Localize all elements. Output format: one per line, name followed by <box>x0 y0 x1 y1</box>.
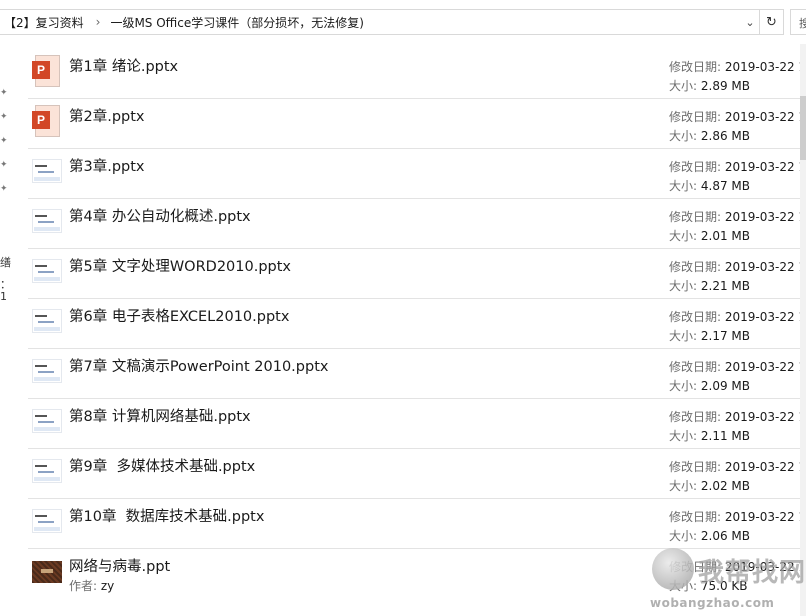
modified-date: 修改日期: 2019-03-22 18 <box>669 260 806 274</box>
modified-date: 修改日期: 2019-03-22 18 <box>669 460 806 474</box>
search-input[interactable]: 搜 <box>790 9 806 35</box>
file-size: 大小: 2.09 MB <box>669 379 750 393</box>
slide-thumbnail-icon <box>32 255 62 287</box>
refresh-button[interactable]: ↻ <box>760 9 784 35</box>
file-name: 第3章.pptx <box>69 159 145 175</box>
file-name: 第8章 计算机网络基础.pptx <box>69 409 251 425</box>
breadcrumb[interactable]: 【2】复习资料 › 一级MS Office学习课件（部分损坏，无法修复) ⌄ <box>0 9 760 35</box>
modified-date: 修改日期: 2019-03-22 18 <box>669 60 806 74</box>
slide-thumbnail-icon <box>32 205 62 237</box>
file-size: 大小: 4.87 MB <box>669 179 750 193</box>
file-row[interactable]: P 第1章 绪论.pptx 修改日期: 2019-03-22 18 大小: 2.… <box>28 49 806 99</box>
breadcrumb-separator-icon: › <box>95 15 101 29</box>
modified-date: 修改日期: 2019-03-22 18 <box>669 410 806 424</box>
file-row[interactable]: 第5章 文字处理WORD2010.pptx 修改日期: 2019-03-22 1… <box>28 249 806 299</box>
chevron-down-icon[interactable]: ⌄ <box>741 10 759 34</box>
address-bar: 【2】复习资料 › 一级MS Office学习课件（部分损坏，无法修复) ⌄ ↻… <box>0 0 806 44</box>
breadcrumb-item-current-folder[interactable]: 一级MS Office学习课件（部分损坏，无法修复) <box>110 14 364 31</box>
modified-date: 修改日期: 2019-03-22 18 <box>669 210 806 224</box>
file-name: 第4章 办公自动化概述.pptx <box>69 209 251 225</box>
modified-date: 修改日期: 2019-03-22 18 <box>669 310 806 324</box>
file-row[interactable]: 第4章 办公自动化概述.pptx 修改日期: 2019-03-22 18 大小:… <box>28 199 806 249</box>
file-row[interactable]: 第6章 电子表格EXCEL2010.pptx 修改日期: 2019-03-22 … <box>28 299 806 349</box>
file-name: 第7章 文稿演示PowerPoint 2010.pptx <box>69 359 329 375</box>
file-size: 大小: 2.21 MB <box>669 279 750 293</box>
file-name: 网络与病毒.ppt <box>69 559 171 575</box>
slide-thumbnail-icon <box>32 155 62 187</box>
file-name: 第2章.pptx <box>69 109 145 125</box>
file-name: 第10章 数据库技术基础.pptx <box>69 509 265 525</box>
file-row[interactable]: 第9章 多媒体技术基础.pptx 修改日期: 2019-03-22 18 大小:… <box>28 449 806 499</box>
file-list: P 第1章 绪论.pptx 修改日期: 2019-03-22 18 大小: 2.… <box>28 49 806 598</box>
file-size: 大小: 2.11 MB <box>669 429 750 443</box>
scrollbar-thumb[interactable] <box>800 96 806 160</box>
pin-icon: ✦ <box>0 136 8 146</box>
file-row[interactable]: P 第2章.pptx 修改日期: 2019-03-22 18 大小: 2.86 … <box>28 99 806 149</box>
modified-date: 修改日期: 2019-03-22 18 <box>669 160 806 174</box>
nav-item-fragment[interactable]: ：1 <box>0 279 12 303</box>
file-name: 第5章 文字处理WORD2010.pptx <box>69 259 292 275</box>
file-size: 大小: 2.86 MB <box>669 129 750 143</box>
breadcrumb-item-review-materials[interactable]: 【2】复习资料 <box>4 14 84 31</box>
file-name: 第6章 电子表格EXCEL2010.pptx <box>69 309 290 325</box>
slide-thumbnail-icon <box>32 405 62 437</box>
slide-thumbnail-icon <box>32 455 62 487</box>
watermark-logo-icon <box>652 548 694 590</box>
vertical-scrollbar[interactable] <box>800 44 806 616</box>
watermark: 我帮找网 wobangzhao.com <box>650 546 806 616</box>
modified-date: 修改日期: 2019-03-22 18 <box>669 360 806 374</box>
file-author: 作者: zy <box>69 579 115 593</box>
slide-thumbnail-icon <box>32 505 62 537</box>
powerpoint-file-icon: P <box>32 55 62 87</box>
watermark-text: 我帮找网 <box>698 558 806 588</box>
slide-thumbnail-icon <box>32 355 62 387</box>
slide-thumbnail-icon <box>32 305 62 337</box>
file-row[interactable]: 第8章 计算机网络基础.pptx 修改日期: 2019-03-22 18 大小:… <box>28 399 806 449</box>
file-name: 第1章 绪论.pptx <box>69 59 179 75</box>
modified-date: 修改日期: 2019-03-22 18 <box>669 510 806 524</box>
pin-icon: ✦ <box>0 184 8 194</box>
file-size: 大小: 2.89 MB <box>669 79 750 93</box>
nav-item-fragment[interactable]: 缮 <box>0 257 11 269</box>
watermark-url: wobangzhao.com <box>650 596 775 610</box>
file-size: 大小: 2.17 MB <box>669 329 750 343</box>
dark-slide-thumbnail-icon <box>32 555 62 587</box>
pin-icon: ✦ <box>0 112 8 122</box>
navigation-pane-edge: ✦ ✦ ✦ ✦ ✦ 缮 ：1 <box>0 44 12 616</box>
pin-icon: ✦ <box>0 160 8 170</box>
file-size: 大小: 2.02 MB <box>669 479 750 493</box>
file-row[interactable]: 第7章 文稿演示PowerPoint 2010.pptx 修改日期: 2019-… <box>28 349 806 399</box>
pin-icon: ✦ <box>0 88 8 98</box>
modified-date: 修改日期: 2019-03-22 18 <box>669 110 806 124</box>
file-row[interactable]: 第3章.pptx 修改日期: 2019-03-22 18 大小: 4.87 MB <box>28 149 806 199</box>
file-size: 大小: 2.06 MB <box>669 529 750 543</box>
powerpoint-file-icon: P <box>32 105 62 137</box>
file-name: 第9章 多媒体技术基础.pptx <box>69 459 256 475</box>
file-size: 大小: 2.01 MB <box>669 229 750 243</box>
file-row[interactable]: 第10章 数据库技术基础.pptx 修改日期: 2019-03-22 18 大小… <box>28 499 806 549</box>
